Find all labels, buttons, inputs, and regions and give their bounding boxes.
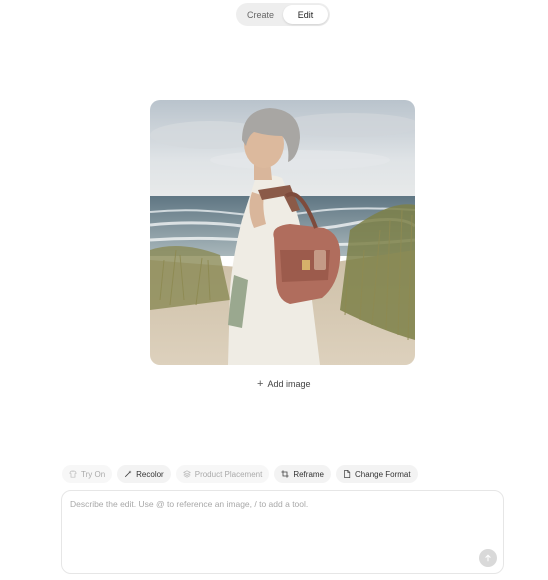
- tool-change-format[interactable]: Change Format: [336, 465, 418, 483]
- shirt-icon: [69, 470, 77, 478]
- tab-edit[interactable]: Edit: [283, 5, 328, 24]
- woman-with-handbag-photo: [150, 100, 415, 365]
- prompt-box: [61, 490, 504, 574]
- image-preview[interactable]: [150, 100, 415, 365]
- tool-label: Try On: [81, 469, 106, 479]
- tool-label: Recolor: [136, 469, 164, 479]
- magic-wand-icon: [125, 470, 132, 478]
- plus-icon: +: [257, 377, 264, 390]
- file-icon: [344, 470, 351, 478]
- tool-label: Product Placement: [194, 469, 263, 479]
- tab-create[interactable]: Create: [238, 5, 283, 24]
- tool-chips: Try On Recolor Product Placement Reframe…: [62, 465, 418, 483]
- tool-recolor[interactable]: Recolor: [117, 465, 171, 483]
- crop-icon: [281, 470, 289, 478]
- tool-try-on[interactable]: Try On: [62, 465, 113, 483]
- add-image-label: Add image: [267, 379, 311, 389]
- edit-prompt-input[interactable]: [70, 499, 470, 539]
- tool-label: Reframe: [293, 469, 325, 479]
- layers-icon: [182, 470, 191, 478]
- tool-reframe[interactable]: Reframe: [274, 465, 332, 483]
- send-button[interactable]: [479, 549, 497, 567]
- tool-label: Change Format: [355, 469, 411, 479]
- tool-product-placement[interactable]: Product Placement: [175, 465, 270, 483]
- mode-toggle: Create Edit: [236, 3, 330, 26]
- add-image-button[interactable]: + Add image: [257, 376, 310, 392]
- arrow-up-icon: [485, 554, 491, 562]
